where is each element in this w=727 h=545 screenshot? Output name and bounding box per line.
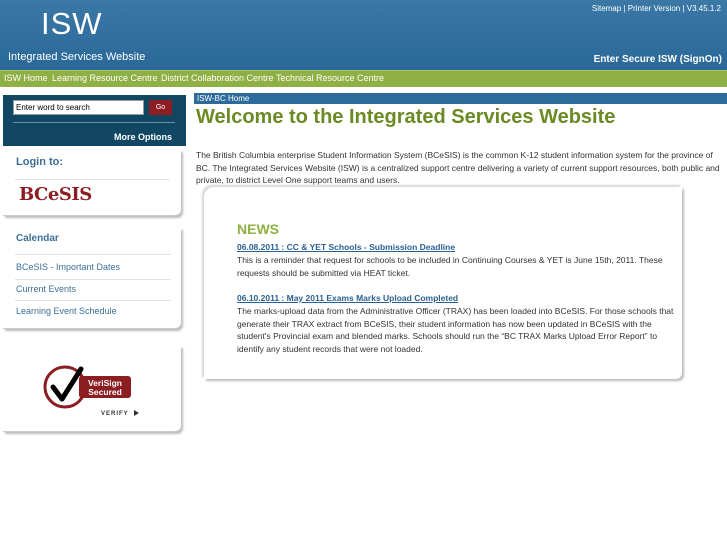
utility-links: Sitemap | Printer Version | V3.45.1.2 xyxy=(592,4,721,13)
verisign-line2: Secured xyxy=(88,387,122,397)
calendar-link-learning-event-schedule[interactable]: Learning Event Schedule xyxy=(16,306,117,316)
printer-version-link[interactable]: Printer Version xyxy=(628,4,680,13)
calendar-link-current-events[interactable]: Current Events xyxy=(16,284,76,294)
news-item-link[interactable]: 06.08.2011 : CC & YET Schools - Submissi… xyxy=(237,242,455,252)
calendar-link-important-dates[interactable]: BCeSIS - Important Dates xyxy=(16,262,120,272)
calendar-divider xyxy=(15,279,171,280)
site-name: Integrated Services Website xyxy=(8,51,146,63)
calendar-divider xyxy=(15,254,171,255)
signon-link[interactable]: Enter Secure ISW (SignOn) xyxy=(594,54,722,65)
site-header: ISW Integrated Services Website Sitemap … xyxy=(0,0,727,70)
news-panel: NEWS 06.08.2011 : CC & YET Schools - Sub… xyxy=(204,187,682,379)
login-title: Login to: xyxy=(16,156,64,168)
login-divider xyxy=(15,179,170,180)
nav-district-collaboration-centre[interactable]: District Collaboration Centre xyxy=(161,73,274,83)
breadcrumb[interactable]: ISW-BC Home xyxy=(194,93,727,104)
version-label: V3.45.1.2 xyxy=(686,4,721,13)
calendar-divider xyxy=(15,300,171,301)
search-panel: Go More Options xyxy=(3,95,186,146)
more-options-link[interactable]: More Options xyxy=(114,132,172,142)
login-panel: Login to: BCeSIS xyxy=(3,150,181,216)
news-item-text: The marks-upload data from the Administr… xyxy=(237,306,674,354)
main-nav: ISW Home Learning Resource Centre Distri… xyxy=(0,70,727,87)
calendar-title: Calendar xyxy=(16,233,59,244)
search-divider xyxy=(13,122,175,123)
intro-text: The British Columbia enterprise Student … xyxy=(196,150,720,185)
news-item-text: This is a reminder that request for scho… xyxy=(237,255,663,278)
site-logo[interactable]: ISW xyxy=(41,6,103,42)
calendar-panel: Calendar BCeSIS - Important Dates Curren… xyxy=(3,228,181,329)
verisign-verify: VERIFY xyxy=(101,411,129,417)
nav-technical-resource-centre[interactable]: Technical Resource Centre xyxy=(276,73,384,83)
verisign-panel: VeriSign Secured VERIFY xyxy=(3,346,181,432)
search-go-button[interactable]: Go xyxy=(149,100,172,115)
news-item-link[interactable]: 06.10.2011 : May 2011 Exams Marks Upload… xyxy=(237,293,458,303)
news-title: NEWS xyxy=(237,221,279,237)
nav-learning-resource-centre[interactable]: Learning Resource Centre xyxy=(52,73,158,83)
page-title: Welcome to the Integrated Services Websi… xyxy=(196,106,616,128)
nav-isw-home[interactable]: ISW Home xyxy=(4,73,48,83)
sitemap-link[interactable]: Sitemap xyxy=(592,4,621,13)
bcesis-logo-link[interactable]: BCeSIS xyxy=(19,184,92,205)
search-input[interactable] xyxy=(13,100,144,115)
verisign-seal-icon[interactable]: VeriSign Secured VERIFY xyxy=(43,363,143,419)
